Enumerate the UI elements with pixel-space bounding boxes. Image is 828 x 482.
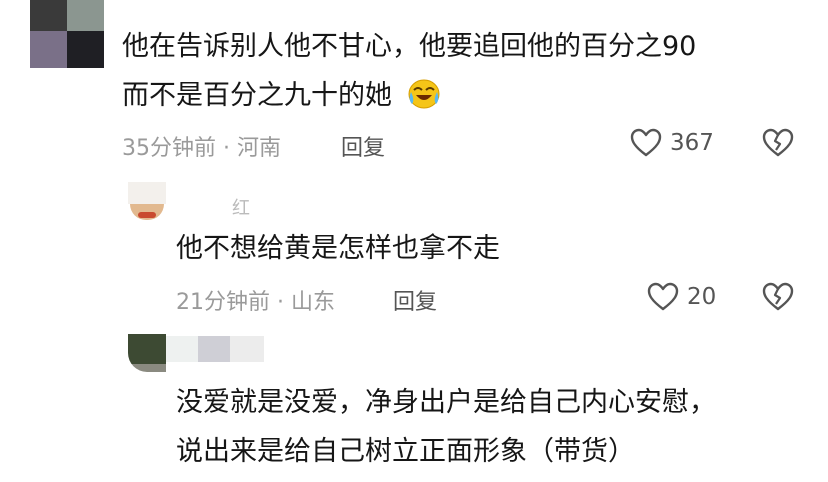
broken-heart-icon [762,128,794,158]
dislike-button[interactable] [762,128,794,158]
broken-heart-icon [762,282,794,312]
comment-text: 没爱就是没爱，净身出户是给自己内心安慰， [176,380,716,425]
comment-text: 他不想给黄是怎样也拿不走 [176,226,500,271]
dislike-button[interactable] [762,282,794,312]
comment-time-location: 35分钟前 · 河南 [122,136,281,161]
username-placeholder [198,336,230,362]
like-count: 367 [670,130,714,156]
heart-icon [630,128,662,158]
reply-button[interactable]: 回复 [341,130,385,162]
comment-text: 说出来是给自己树立正面形象（带货） [176,429,635,474]
heart-icon [647,282,679,312]
like-count: 20 [687,284,717,310]
laughing-crying-emoji-icon [407,78,441,124]
username[interactable]: 红 [232,194,250,220]
comment-text: 而不是百分之九十的她 [122,73,441,124]
comment-text-line: 他在告诉别人他不甘心，他要追回他的百分之90 [122,31,697,62]
comment-text-line: 没爱就是没爱，净身出户是给自己内心安慰， [176,387,716,418]
avatar[interactable] [128,334,166,372]
reply-button[interactable]: 回复 [393,284,437,316]
comment-time-location: 21分钟前 · 山东 [176,290,335,315]
username-placeholder [166,336,198,362]
like-button[interactable]: 20 [647,282,716,312]
username-placeholder [230,336,264,362]
like-button[interactable]: 367 [630,128,714,158]
comment-text-line: 说出来是给自己树立正面形象（带货） [176,436,635,467]
comment-text-line: 他不想给黄是怎样也拿不走 [176,233,500,264]
avatar[interactable] [128,182,166,220]
comment-text-line: 而不是百分之九十的她 [122,80,392,111]
comment-text: 他在告诉别人他不甘心，他要追回他的百分之90 [122,24,696,69]
avatar[interactable] [30,0,104,68]
